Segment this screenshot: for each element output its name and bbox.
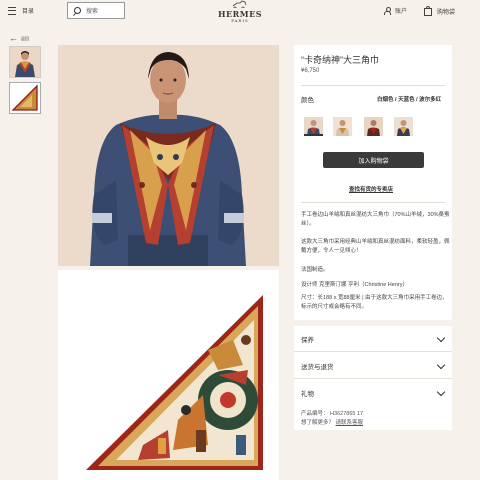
description-size: 尺寸：长188 x 宽88厘米 | 由于这款大三角巾采用手工卷边，标示的尺寸或会… xyxy=(301,295,448,310)
ref-label: 产品编号： xyxy=(301,411,329,417)
search-input[interactable]: 搜索 xyxy=(67,2,125,19)
more-label: 想了解更多？ xyxy=(301,420,335,426)
product-info-panel xyxy=(294,45,452,320)
product-price: ¥6,750 xyxy=(301,68,320,74)
logo-name: HERMES xyxy=(217,9,263,19)
search-icon xyxy=(74,7,81,14)
product-title: “卡奇纳神”大三角巾 xyxy=(301,55,379,65)
account-button[interactable]: 账户 xyxy=(384,6,407,15)
find-store-link[interactable]: 查找有货的专卖店 xyxy=(349,185,393,193)
contact-link[interactable]: 请联系客服 xyxy=(336,420,364,426)
description-origin: 法国制造。 xyxy=(301,267,329,273)
product-reference: 产品编号： H3627865 17 xyxy=(301,409,363,417)
accordion-care[interactable]: 保养 xyxy=(294,327,452,352)
description-material: 手工卷边山羊绒和真丝混纺大三角巾（70%山羊绒，30%桑蚕丝）。 xyxy=(301,212,450,227)
add-to-cart-button[interactable]: 加入购物袋 xyxy=(323,152,424,168)
menu-label: 目录 xyxy=(22,9,35,15)
divider xyxy=(301,85,445,86)
arrow-left-icon: ← xyxy=(9,33,18,43)
thumbnail-scarf[interactable] xyxy=(9,82,41,114)
chevron-down-icon xyxy=(436,360,446,369)
back-label: 返回 xyxy=(21,35,29,41)
ref-value: H3627865 17 xyxy=(330,411,364,417)
chevron-down-icon xyxy=(436,333,446,342)
color-swatch-2[interactable] xyxy=(333,117,352,136)
product-photo-scarf xyxy=(58,270,279,480)
menu-icon xyxy=(8,6,16,15)
color-label: 颜色 xyxy=(301,97,314,104)
description-designer: 设计师 克里斯汀娜 亨利（Christine Henry） xyxy=(301,282,408,288)
hermes-logo[interactable]: HERMES PARIS xyxy=(210,0,270,23)
description-text: 这款大三角巾采用经典山羊绒和真丝混纺面料，柔软轻盈，佩戴方便，令人一见倾心！ xyxy=(301,239,450,254)
color-value: 白烟色 / 天蓝色 / 波尔多红 xyxy=(377,97,442,103)
product-photo-model xyxy=(58,45,279,266)
accordion-delivery[interactable]: 送货与退货 xyxy=(294,354,452,379)
divider xyxy=(301,202,445,203)
person-icon xyxy=(384,7,391,15)
color-swatch-4[interactable] xyxy=(394,117,413,136)
color-swatch-3[interactable] xyxy=(364,117,383,136)
thumbnail-model[interactable] xyxy=(9,46,41,78)
meta-box xyxy=(294,404,452,430)
color-swatch-1[interactable] xyxy=(304,117,323,136)
menu-button[interactable]: 目录 xyxy=(8,6,34,15)
search-placeholder: 搜索 xyxy=(86,9,99,15)
chevron-down-icon xyxy=(436,387,446,396)
account-label: 账户 xyxy=(395,9,408,15)
accordion-gift[interactable]: 礼物 xyxy=(294,381,452,406)
accordion-delivery-label: 送货与退货 xyxy=(301,364,334,371)
info-accordion: 保养 送货与退货 礼物 xyxy=(294,326,452,406)
bag-button[interactable]: 购物袋 xyxy=(424,6,455,16)
contact-line: 想了解更多？ 请联系客服 xyxy=(301,418,363,426)
back-link[interactable]: ← 返回 xyxy=(9,34,29,43)
bag-label: 购物袋 xyxy=(437,9,456,16)
accordion-care-label: 保养 xyxy=(301,337,314,344)
shopping-bag-icon xyxy=(424,6,432,16)
accordion-gift-label: 礼物 xyxy=(301,391,314,398)
